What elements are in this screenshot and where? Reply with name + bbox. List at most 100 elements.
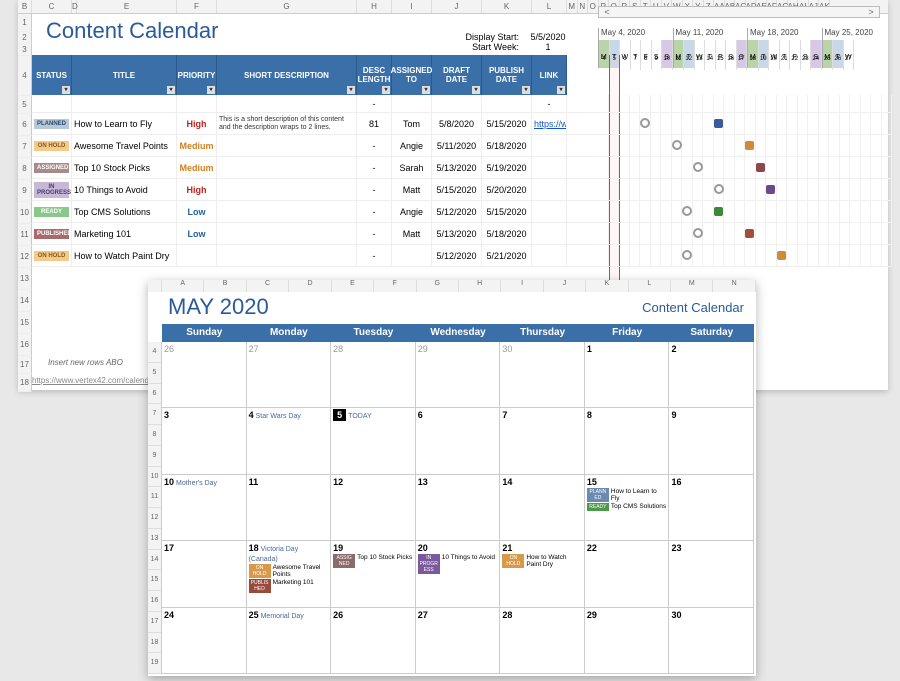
filter-icon[interactable]: ▾ bbox=[62, 86, 70, 94]
row-number[interactable]: 14 bbox=[148, 550, 162, 571]
row-number[interactable]: 4 bbox=[148, 342, 162, 363]
row-number[interactable]: 8 bbox=[18, 158, 32, 180]
col-letter[interactable]: M bbox=[567, 0, 578, 13]
row-number[interactable]: 1 bbox=[18, 14, 32, 32]
row-number[interactable]: 12 bbox=[18, 246, 32, 268]
calendar-item[interactable]: ON HOLDAwesome Travel Points bbox=[249, 564, 329, 578]
calendar-day[interactable]: 11 bbox=[247, 475, 332, 540]
row-number[interactable]: 14 bbox=[18, 290, 32, 312]
calendar-day[interactable]: 25Memorial Day bbox=[247, 608, 332, 673]
filter-icon[interactable]: ▾ bbox=[522, 86, 530, 94]
row-number[interactable]: 15 bbox=[18, 312, 32, 334]
row-number[interactable]: 10 bbox=[148, 467, 162, 488]
row-number[interactable]: 16 bbox=[148, 591, 162, 612]
calendar-day[interactable]: 1 bbox=[585, 342, 670, 407]
start-week-value[interactable]: 1 bbox=[523, 42, 573, 52]
col-letter[interactable]: J bbox=[544, 280, 586, 292]
col-letter[interactable]: N bbox=[578, 0, 589, 13]
col-letter[interactable]: M bbox=[671, 280, 713, 292]
title-cell[interactable]: 10 Things to Avoid bbox=[72, 179, 177, 200]
calendar-day[interactable]: 27 bbox=[416, 608, 501, 673]
calendar-day[interactable]: 4Star Wars Day bbox=[247, 408, 332, 473]
col-letter[interactable]: F bbox=[374, 280, 416, 292]
calendar-item[interactable]: READYTop CMS Solutions bbox=[587, 503, 667, 511]
col-letter[interactable]: C bbox=[32, 0, 72, 13]
col-letter[interactable]: O bbox=[588, 0, 599, 13]
col-letter[interactable]: D bbox=[289, 280, 331, 292]
title-cell[interactable]: Marketing 101 bbox=[72, 223, 177, 244]
col-letter[interactable]: L bbox=[532, 0, 567, 13]
row-number[interactable]: 6 bbox=[148, 384, 162, 405]
calendar-item[interactable]: PUBLIS HEDMarketing 101 bbox=[249, 579, 329, 593]
filter-icon[interactable]: ▾ bbox=[167, 86, 175, 94]
filter-icon[interactable]: ▾ bbox=[207, 86, 215, 94]
calendar-day[interactable]: 14 bbox=[500, 475, 585, 540]
col-letter[interactable]: B bbox=[204, 280, 246, 292]
col-letter[interactable]: K bbox=[586, 280, 628, 292]
column-header[interactable]: DRAFT DATE▾ bbox=[432, 55, 482, 95]
calendar-day[interactable]: 21ON HOLDHow to Watch Paint Dry bbox=[500, 541, 585, 606]
calendar-day[interactable]: 2 bbox=[669, 342, 754, 407]
col-letter[interactable]: G bbox=[217, 0, 357, 13]
filter-icon[interactable]: ▾ bbox=[557, 86, 565, 94]
row-number[interactable]: 5 bbox=[18, 96, 32, 114]
row-number[interactable]: 13 bbox=[148, 529, 162, 550]
calendar-day[interactable]: 17 bbox=[162, 541, 247, 606]
calendar-day[interactable]: 3 bbox=[162, 408, 247, 473]
col-letter[interactable]: L bbox=[629, 280, 671, 292]
col-letter[interactable]: B bbox=[18, 0, 32, 13]
row-number[interactable]: 18 bbox=[148, 633, 162, 654]
calendar-day[interactable]: 24 bbox=[162, 608, 247, 673]
row-number[interactable]: 9 bbox=[148, 446, 162, 467]
row-number[interactable]: 8 bbox=[148, 425, 162, 446]
calendar-day[interactable]: 28 bbox=[331, 342, 416, 407]
calendar-day[interactable]: 6 bbox=[416, 408, 501, 473]
row-number[interactable]: 11 bbox=[148, 487, 162, 508]
col-letter[interactable]: I bbox=[501, 280, 543, 292]
row-number[interactable]: 12 bbox=[148, 508, 162, 529]
col-letter[interactable]: N bbox=[713, 280, 755, 292]
col-letter[interactable]: K bbox=[482, 0, 532, 13]
calendar-day[interactable]: 23 bbox=[669, 541, 754, 606]
row-number[interactable]: 19 bbox=[148, 653, 162, 674]
col-letter[interactable]: E bbox=[332, 280, 374, 292]
title-cell[interactable]: Top 10 Stock Picks bbox=[72, 157, 177, 178]
column-header[interactable]: STATUS▾ bbox=[32, 55, 72, 95]
calendar-day[interactable]: 28 bbox=[500, 608, 585, 673]
column-header[interactable]: ASSIGNED TO▾ bbox=[392, 55, 432, 95]
col-letter[interactable]: J bbox=[432, 0, 482, 13]
calendar-item[interactable]: ON HOLDHow to Watch Paint Dry bbox=[502, 554, 582, 568]
row-number[interactable]: 3 bbox=[18, 44, 32, 56]
row-number[interactable]: 18 bbox=[18, 374, 32, 392]
calendar-day[interactable]: 15PLANN EDHow to Learn to FlyREADYTop CM… bbox=[585, 475, 670, 540]
col-letter[interactable]: E bbox=[77, 0, 177, 13]
calendar-day[interactable]: 10Mother's Day bbox=[162, 475, 247, 540]
calendar-day[interactable]: 19ASSIG NEDTop 10 Stock Picks bbox=[331, 541, 416, 606]
column-header[interactable]: SHORT DESCRIPTION▾ bbox=[217, 55, 357, 95]
row-number[interactable]: 10 bbox=[18, 202, 32, 224]
calendar-day[interactable]: 29 bbox=[585, 608, 670, 673]
calendar-item[interactable]: PLANN EDHow to Learn to Fly bbox=[587, 488, 667, 502]
row-number[interactable]: 4 bbox=[18, 56, 32, 96]
col-letter[interactable]: G bbox=[417, 280, 459, 292]
row-number[interactable]: 11 bbox=[18, 224, 32, 246]
title-cell[interactable]: Top CMS Solutions bbox=[72, 201, 177, 222]
row-number[interactable]: 7 bbox=[18, 136, 32, 158]
calendar-day[interactable]: 29 bbox=[416, 342, 501, 407]
calendar-day[interactable]: 22 bbox=[585, 541, 670, 606]
filter-icon[interactable]: ▾ bbox=[472, 86, 480, 94]
calendar-day[interactable]: 30 bbox=[500, 342, 585, 407]
display-start-value[interactable]: 5/5/2020 bbox=[523, 32, 573, 42]
col-letter[interactable]: I bbox=[392, 0, 432, 13]
calendar-day[interactable]: 5TODAY bbox=[331, 408, 416, 473]
col-letter[interactable]: H bbox=[357, 0, 392, 13]
col-letter[interactable]: A bbox=[162, 280, 204, 292]
col-letter[interactable]: C bbox=[247, 280, 289, 292]
title-cell[interactable]: How to Watch Paint Dry bbox=[72, 245, 177, 266]
title-cell[interactable]: Awesome Travel Points bbox=[72, 135, 177, 156]
calendar-day[interactable]: 26 bbox=[162, 342, 247, 407]
row-number[interactable]: 6 bbox=[18, 114, 32, 136]
row-number[interactable]: 2 bbox=[18, 32, 32, 44]
calendar-day[interactable]: 13 bbox=[416, 475, 501, 540]
column-header[interactable]: DESC LENGTH▾ bbox=[357, 55, 392, 95]
